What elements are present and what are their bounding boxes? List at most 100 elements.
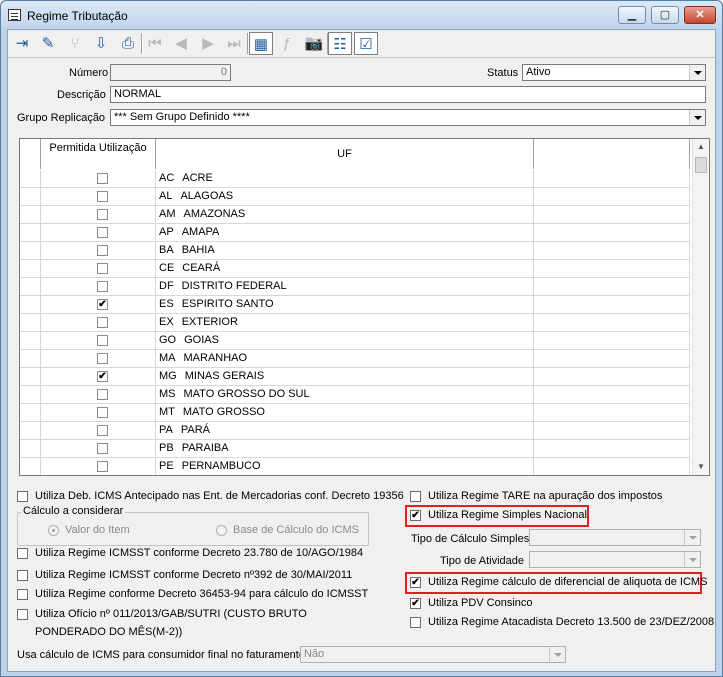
table-row[interactable]: PE PERNAMBUCO xyxy=(20,458,690,475)
permitida-checkbox[interactable] xyxy=(97,173,108,184)
grupo-replicacao-select[interactable]: *** Sem Grupo Definido **** xyxy=(110,109,706,126)
numero-field[interactable]: 0 xyxy=(110,64,231,81)
function-button[interactable]: ƒ xyxy=(275,32,299,55)
diferencial-checkbox[interactable]: ✔ xyxy=(410,577,421,588)
permitida-checkbox[interactable] xyxy=(97,281,108,292)
permitida-cell[interactable] xyxy=(41,188,156,206)
column-header-permitida[interactable]: Permitida Utilização xyxy=(41,139,156,169)
permitida-checkbox[interactable] xyxy=(97,425,108,436)
print-button[interactable]: ⎙ xyxy=(116,32,140,55)
permitida-checkbox[interactable] xyxy=(97,227,108,238)
uf-cell[interactable]: PA PARÁ xyxy=(156,422,534,440)
column-header-uf[interactable]: UF xyxy=(156,139,534,169)
permitida-checkbox[interactable] xyxy=(97,335,108,346)
table-row[interactable]: ✔ MG MINAS GERAIS xyxy=(20,368,690,386)
permitida-cell[interactable] xyxy=(41,314,156,332)
table-row[interactable]: MT MATO GROSSO xyxy=(20,404,690,422)
tare-checkbox[interactable] xyxy=(410,491,421,502)
permitida-cell[interactable] xyxy=(41,224,156,242)
permitida-cell[interactable] xyxy=(41,350,156,368)
radio-base-calculo[interactable] xyxy=(216,525,227,536)
descricao-input[interactable]: NORMAL xyxy=(110,86,706,103)
close-button[interactable]: ✕ xyxy=(684,6,716,24)
table-row[interactable]: DF DISTRITO FEDERAL xyxy=(20,278,690,296)
oficio-checkbox[interactable] xyxy=(17,609,28,620)
uf-cell[interactable]: DF DISTRITO FEDERAL xyxy=(156,278,534,296)
permitida-cell[interactable] xyxy=(41,170,156,188)
tipo-calculo-select[interactable] xyxy=(529,529,701,546)
uf-cell[interactable]: AP AMAPA xyxy=(156,224,534,242)
table-row[interactable]: EX EXTERIOR xyxy=(20,314,690,332)
uf-cell[interactable]: PE PERNAMBUCO xyxy=(156,458,534,475)
title-bar[interactable]: Regime Tributação ▁ ▢ ✕ xyxy=(1,1,722,29)
permitida-checkbox[interactable] xyxy=(97,245,108,256)
last-button[interactable]: ⏭ xyxy=(222,32,246,55)
permitida-checkbox[interactable]: ✔ xyxy=(97,299,108,310)
permitida-cell[interactable] xyxy=(41,242,156,260)
permitida-cell[interactable] xyxy=(41,260,156,278)
table-row[interactable]: PA PARÁ xyxy=(20,422,690,440)
minimize-button[interactable]: ▁ xyxy=(618,6,646,24)
table-row[interactable]: PB PARAIBA xyxy=(20,440,690,458)
chevron-down-icon[interactable] xyxy=(684,552,700,567)
maximize-button[interactable]: ▢ xyxy=(651,6,679,24)
uf-cell[interactable]: ES ESPIRITO SANTO xyxy=(156,296,534,314)
table-row[interactable]: AC ACRE xyxy=(20,170,690,188)
tree-button[interactable]: ☷ xyxy=(328,32,352,55)
consumidor-final-select[interactable]: Não xyxy=(300,646,566,663)
table-row[interactable]: AP AMAPA xyxy=(20,224,690,242)
uf-cell[interactable]: CE CEARÁ xyxy=(156,260,534,278)
uf-cell[interactable]: MT MATO GROSSO xyxy=(156,404,534,422)
permitida-checkbox[interactable] xyxy=(97,461,108,472)
table-row[interactable]: MS MATO GROSSO DO SUL xyxy=(20,386,690,404)
uf-cell[interactable]: MG MINAS GERAIS xyxy=(156,368,534,386)
permitida-checkbox[interactable] xyxy=(97,191,108,202)
permitida-checkbox[interactable] xyxy=(97,389,108,400)
split-button[interactable]: ⑂ xyxy=(63,32,87,55)
atacadista-checkbox[interactable] xyxy=(410,617,421,628)
permitida-cell[interactable]: ✔ xyxy=(41,296,156,314)
permitida-cell[interactable]: ✔ xyxy=(41,368,156,386)
scroll-thumb[interactable] xyxy=(695,157,707,173)
table-row[interactable]: ✔ ES ESPIRITO SANTO xyxy=(20,296,690,314)
previous-button[interactable]: ◀ xyxy=(169,32,193,55)
permitida-checkbox[interactable] xyxy=(97,263,108,274)
chevron-down-icon[interactable] xyxy=(684,530,700,545)
permitida-checkbox[interactable]: ✔ xyxy=(97,371,108,382)
uf-cell[interactable]: AC ACRE xyxy=(156,170,534,188)
grid-button[interactable]: ▦ xyxy=(249,32,273,55)
permitida-checkbox[interactable] xyxy=(97,317,108,328)
permitida-checkbox[interactable] xyxy=(97,443,108,454)
chevron-down-icon[interactable] xyxy=(689,110,705,125)
permitida-cell[interactable] xyxy=(41,386,156,404)
icmsst-392-checkbox[interactable] xyxy=(17,570,28,581)
permitida-cell[interactable] xyxy=(41,206,156,224)
decreto-36453-checkbox[interactable] xyxy=(17,589,28,600)
permitida-cell[interactable] xyxy=(41,422,156,440)
uf-cell[interactable]: GO GOIAS xyxy=(156,332,534,350)
icmsst-23780-checkbox[interactable] xyxy=(17,548,28,559)
chevron-down-icon[interactable] xyxy=(689,65,705,80)
camera-button[interactable]: 📷 xyxy=(302,32,326,55)
uf-cell[interactable]: BA BAHIA xyxy=(156,242,534,260)
uf-cell[interactable]: EX EXTERIOR xyxy=(156,314,534,332)
scroll-down-icon[interactable]: ▼ xyxy=(693,459,709,475)
edit-button[interactable]: ✎ xyxy=(36,32,60,55)
grid-scrollbar[interactable]: ▲ ▼ xyxy=(692,139,709,475)
chevron-down-icon[interactable] xyxy=(549,647,565,662)
table-row[interactable]: AM AMAZONAS xyxy=(20,206,690,224)
uf-cell[interactable]: MS MATO GROSSO DO SUL xyxy=(156,386,534,404)
table-row[interactable]: BA BAHIA xyxy=(20,242,690,260)
tipo-atividade-select[interactable] xyxy=(529,551,701,568)
permitida-cell[interactable] xyxy=(41,278,156,296)
table-row[interactable]: CE CEARÁ xyxy=(20,260,690,278)
uf-cell[interactable]: PB PARAIBA xyxy=(156,440,534,458)
permitida-cell[interactable] xyxy=(41,404,156,422)
import-button[interactable]: ⇩ xyxy=(89,32,113,55)
permitida-checkbox[interactable] xyxy=(97,353,108,364)
pdv-checkbox[interactable]: ✔ xyxy=(410,598,421,609)
exit-button[interactable]: ⇥ xyxy=(10,32,34,55)
simples-checkbox[interactable]: ✔ xyxy=(410,510,421,521)
permitida-checkbox[interactable] xyxy=(97,209,108,220)
table-row[interactable]: MA MARANHAO xyxy=(20,350,690,368)
